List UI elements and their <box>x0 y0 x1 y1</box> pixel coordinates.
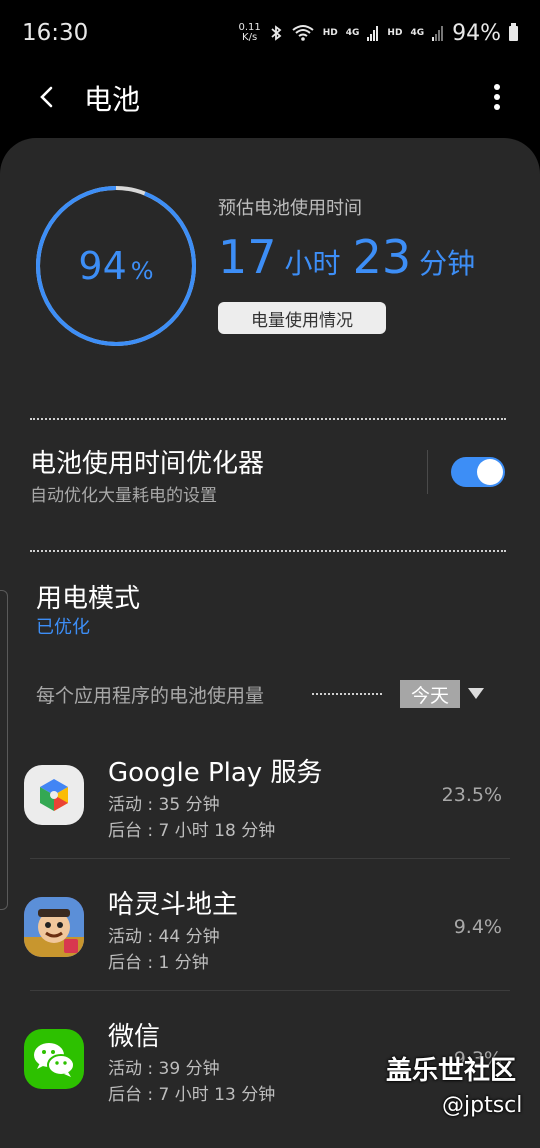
app-background-time: 后台 : 7 小时 18 分钟 <box>108 821 276 841</box>
row-divider <box>30 990 510 991</box>
list-item[interactable]: Google Play 服务 活动 : 35 分钟 后台 : 7 小时 18 分… <box>0 728 540 858</box>
per-app-usage-label: 每个应用程序的电池使用量 <box>36 685 265 707</box>
hd-badge-2: HD <box>387 28 403 38</box>
more-options-icon[interactable] <box>492 82 502 112</box>
app-bar: 电池 <box>0 66 540 130</box>
game-app-icon <box>24 897 84 957</box>
cartoon-face-icon <box>24 897 84 957</box>
back-icon[interactable] <box>36 86 58 108</box>
estimate-label: 预估电池使用时间 <box>218 198 362 219</box>
minutes-value: 23 <box>352 230 412 284</box>
hd-badge-1: HD <box>322 28 338 38</box>
battery-icon <box>509 22 518 41</box>
section-divider <box>30 550 506 552</box>
toggle-knob <box>477 459 503 485</box>
page-title: 电池 <box>84 83 141 116</box>
battery-card: 94 % 预估电池使用时间 17 小时 23 分钟 电量使用情况 电池使用时间优… <box>0 138 540 1148</box>
status-battery-percent: 94% <box>452 20 501 46</box>
app-background-time: 后台 : 7 小时 13 分钟 <box>108 1085 276 1105</box>
network-type-1: 4G <box>345 28 360 38</box>
app-background-time: 后台 : 1 分钟 <box>108 953 209 973</box>
watermark-title: 盖乐世社区 <box>386 1056 517 1086</box>
section-divider <box>30 418 506 420</box>
optimizer-toggle[interactable] <box>451 457 505 487</box>
battery-percent-value: 94 <box>78 244 127 288</box>
puzzle-icon <box>40 779 68 811</box>
app-usage-percent: 9.4% <box>453 916 502 938</box>
minutes-unit: 分钟 <box>419 247 476 280</box>
wifi-icon <box>292 25 314 41</box>
hours-value: 17 <box>218 230 277 284</box>
bluetooth-icon <box>271 25 282 41</box>
network-type-2: 4G <box>410 28 425 38</box>
per-app-dots <box>312 693 382 695</box>
battery-percent-display: 94 % <box>34 184 198 348</box>
app-usage-percent: 23.5% <box>441 784 502 806</box>
app-active-time: 活动 : 39 分钟 <box>108 1059 220 1079</box>
app-active-time: 活动 : 44 分钟 <box>108 927 220 947</box>
watermark-handle: @jptscl <box>442 1093 523 1118</box>
estimated-time: 17 小时 23 分钟 <box>218 230 487 284</box>
dropdown-arrow-icon[interactable] <box>468 688 484 699</box>
wechat-icon <box>24 1029 84 1089</box>
toggle-divider <box>427 450 428 494</box>
signal-icon-1 <box>367 26 379 41</box>
status-time: 16:30 <box>22 20 89 46</box>
period-selector[interactable]: 今天 <box>400 680 460 708</box>
status-icons: 0.11 K/s HD 4G HD 4G 94% <box>238 21 518 46</box>
app-name: 哈灵斗地主 <box>108 890 239 920</box>
net-speed: 0.11 K/s <box>238 23 260 43</box>
list-item[interactable]: 哈灵斗地主 活动 : 44 分钟 后台 : 1 分钟 9.4% <box>0 860 540 990</box>
hours-unit: 小时 <box>284 247 341 280</box>
edge-panel-handle[interactable] <box>0 590 8 910</box>
optimizer-subtitle: 自动优化大量耗电的设置 <box>30 486 217 506</box>
optimizer-title[interactable]: 电池使用时间优化器 <box>30 443 264 480</box>
chat-bubbles-icon <box>34 1043 75 1077</box>
net-speed-unit: K/s <box>242 32 258 43</box>
watermark: 盖乐世社区 @jptscl <box>386 1050 522 1118</box>
power-mode-value: 已优化 <box>36 617 90 638</box>
power-mode-title[interactable]: 用电模式 <box>36 578 140 615</box>
battery-percent-unit: % <box>130 257 154 285</box>
google-play-services-icon <box>24 765 84 825</box>
status-bar: 16:30 0.11 K/s HD 4G HD 4G 94% <box>0 0 540 66</box>
battery-usage-button[interactable]: 电量使用情况 <box>218 302 386 334</box>
app-name: 微信 <box>108 1022 161 1052</box>
app-active-time: 活动 : 35 分钟 <box>108 795 220 815</box>
signal-icon-2 <box>432 26 444 41</box>
app-name: Google Play 服务 <box>108 758 323 788</box>
row-divider <box>30 858 510 859</box>
